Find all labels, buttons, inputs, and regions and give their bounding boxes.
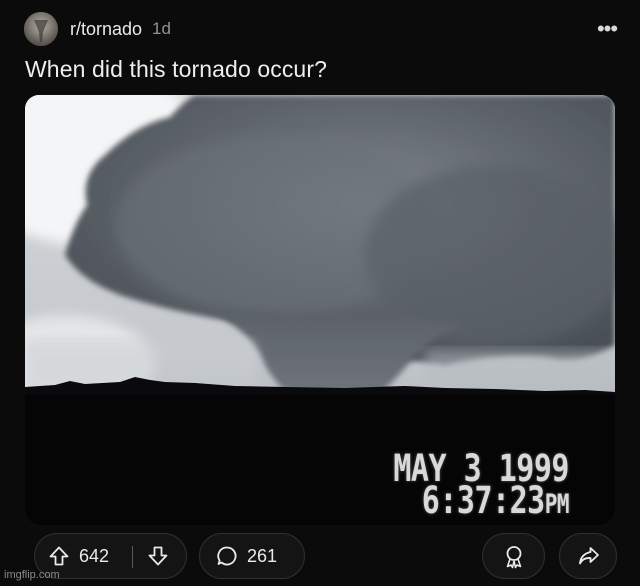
award-button[interactable]	[482, 533, 545, 579]
post-title[interactable]: When did this tornado occur?	[25, 56, 327, 83]
vote-divider	[132, 546, 133, 568]
downvote-arrow-icon[interactable]	[147, 545, 169, 567]
video-time-value: 6:37:23	[421, 479, 545, 523]
subreddit-avatar[interactable]	[24, 12, 58, 46]
post-age: 1d	[152, 19, 171, 38]
share-button[interactable]	[559, 533, 617, 579]
upvote-arrow-icon[interactable]	[48, 545, 70, 567]
post-actions-bar: 642 261	[34, 533, 617, 579]
post-header: r/tornado 1d •••	[24, 12, 620, 46]
more-dots-icon[interactable]: •••	[594, 16, 620, 42]
upvote-count: 642	[79, 546, 110, 566]
share-arrow-icon	[579, 547, 599, 565]
post-image[interactable]: MAY 3 1999 6:37:23PM	[25, 95, 615, 525]
video-time-suffix: PM	[544, 489, 570, 519]
subreddit-name[interactable]: r/tornado	[70, 19, 142, 40]
imgflip-watermark: imgflip.com	[4, 569, 60, 581]
award-icon	[506, 546, 522, 569]
comment-count: 261	[247, 546, 278, 566]
comments-button[interactable]: 261	[199, 533, 305, 579]
comment-bubble-icon	[217, 546, 237, 566]
video-time-stamp: 6:37:23PM	[421, 479, 570, 523]
